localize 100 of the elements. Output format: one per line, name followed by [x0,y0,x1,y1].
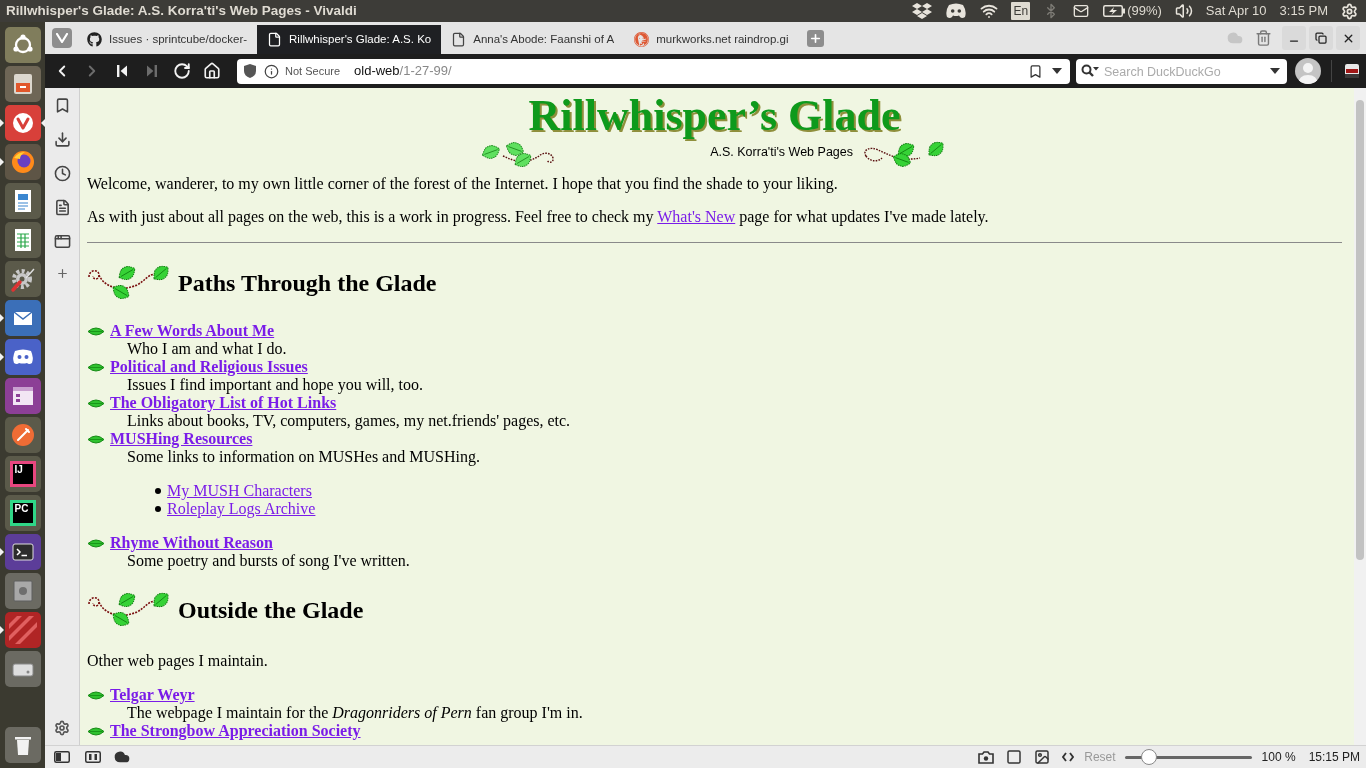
image-icon[interactable] [1034,749,1051,765]
cloud-icon[interactable] [113,749,131,765]
plus-icon [808,31,822,45]
site-subtitle: A.S. Korra'ti's Web Pages [710,145,853,159]
link-description: Links about books, TV, computers, games, my net.friends' pages, etc. [126,412,572,430]
leaf-icon [87,725,105,737]
camera-icon[interactable] [978,750,995,764]
search-icon [1081,64,1099,78]
settings-icon[interactable] [1341,2,1358,20]
link[interactable]: The Obligatory List of Hot Links [110,394,337,412]
terminal-icon[interactable] [4,534,41,570]
leaf-icon [87,433,105,445]
extension-icon[interactable] [1344,63,1360,79]
link-description: The webpage I maintain for the Dragonriders of Pern fan group I'm in. [126,704,584,722]
panel-toggle-icon[interactable] [54,751,70,763]
document-icon[interactable] [4,183,41,219]
new-tab-button[interactable] [806,29,824,47]
info-icon [264,63,279,79]
address-field[interactable]: Not Secure old-web/1-27-99/ [237,58,1070,84]
link[interactable]: The Strongbow Appreciation Society [110,722,361,740]
cat-logo-icon [87,32,102,47]
clock-icon [53,164,71,182]
link[interactable]: Rhyme Without Reason [110,534,273,552]
leaf-icon [87,325,105,337]
link-description: Some poetry and bursts of song I've written. [126,552,411,570]
safe-icon[interactable] [4,573,41,609]
file-cabinet-icon[interactable] [4,66,41,102]
slider-thumb[interactable] [1141,749,1158,765]
editor-logo[interactable]: PC [4,495,41,531]
section-heading: Outside the Glade [178,596,364,624]
tiling-icon[interactable] [85,751,101,763]
minimize-button[interactable] [1282,26,1306,50]
v-logo-icon [56,33,68,43]
link[interactable]: Political and Religious Issues [110,358,308,376]
link-description: Who I am and what I do. [126,340,288,358]
leaf-icon [87,689,105,701]
gear-screwdriver-icon[interactable] [4,261,41,297]
battery-percent: (99%) [1127,2,1162,21]
menu-button[interactable] [52,28,72,48]
link[interactable]: MUSHing Resources [110,430,253,448]
keyboard-layout-indicator[interactable]: En [1011,2,1031,20]
restore-icon [1315,32,1327,44]
bookmark-icon[interactable] [1028,63,1043,79]
settings-icon [54,720,70,736]
window-icon[interactable] [1006,749,1023,765]
restore-button[interactable] [1309,26,1333,50]
link[interactable]: My MUSH Characters [167,482,312,500]
notes-icon [53,198,71,216]
page-icon [451,32,467,47]
mail-icon [1072,3,1091,19]
paragraph: As with just about all pages on the web, this is a work in progress. Feel free to check my What's New page for what updates I've made lately. [87,208,990,226]
hard-drive-icon[interactable] [4,651,41,687]
zoom-percent: 100 % [1261,749,1296,766]
paragraph: Welcome, wanderer, to my own little corner of the forest of the Internet. I hope that you find the shade to your liking. [87,175,839,193]
wifi-icon [980,2,999,20]
controller-face-icon[interactable] [4,339,41,375]
duck-logo-icon [634,32,650,47]
close-button[interactable] [1336,26,1360,50]
v-logo-icon[interactable] [4,105,41,141]
link[interactable]: Telgar Weyr [110,686,195,704]
link[interactable]: A Few Words About Me [110,322,275,340]
trash-icon[interactable] [4,727,41,763]
avatar-icon[interactable] [1295,58,1321,84]
dropdown-caret-icon [1052,68,1062,74]
scrollbar[interactable] [1354,88,1366,745]
date-text: Sat Apr 10 [1205,2,1267,21]
section-heading: Paths Through the Glade [178,269,437,297]
search-field[interactable]: Search DuckDuckGo [1076,59,1287,84]
leaf-icon [87,397,105,409]
site-title: Rillwhisper’s Glade [527,92,902,140]
security-label: Not Secure [285,63,341,79]
box-logo-icon [912,3,933,19]
tab[interactable]: Rillwhisper's Glade: A.S. Ko [257,25,442,54]
leaf-icon [87,537,105,549]
plus-icon [55,266,69,280]
shield-icon [244,64,256,78]
spreadsheet-icon[interactable] [4,222,41,258]
window-icon[interactable] [4,378,41,414]
zoom-slider[interactable] [1124,749,1252,765]
clock-text: 3:15 PM [1279,2,1328,21]
paragraph: Other web pages I maintain. [87,652,269,670]
controller-face-icon [945,3,968,19]
window-title: Rillwhisper's Glade: A.S. Korra'ti's Web Pages - Vivaldi [6,4,357,18]
link[interactable]: What's New [657,208,736,225]
link[interactable]: Roleplay Logs Archive [167,500,316,518]
window-icon [53,232,71,250]
link-description: Issues I find important and hope you will, too. [126,376,424,394]
url-text: old-web/1-27-99/ [354,62,452,81]
scrollbar-thumb[interactable] [1356,100,1364,560]
dropdown-caret-icon [1270,68,1280,74]
page-icon [267,32,283,47]
battery-icon [1103,5,1126,17]
circle-logo-icon[interactable] [4,27,41,63]
editor-logo[interactable]: IJ [4,456,41,492]
clock-text: 15:15 PM [1308,749,1360,766]
bullet-icon [155,506,161,512]
leaf-icon [87,361,105,373]
code-icon[interactable] [1062,752,1075,762]
envelope-icon[interactable] [4,300,41,336]
link-description: Some links to information on MUSHes and MUSHing. [126,448,481,466]
